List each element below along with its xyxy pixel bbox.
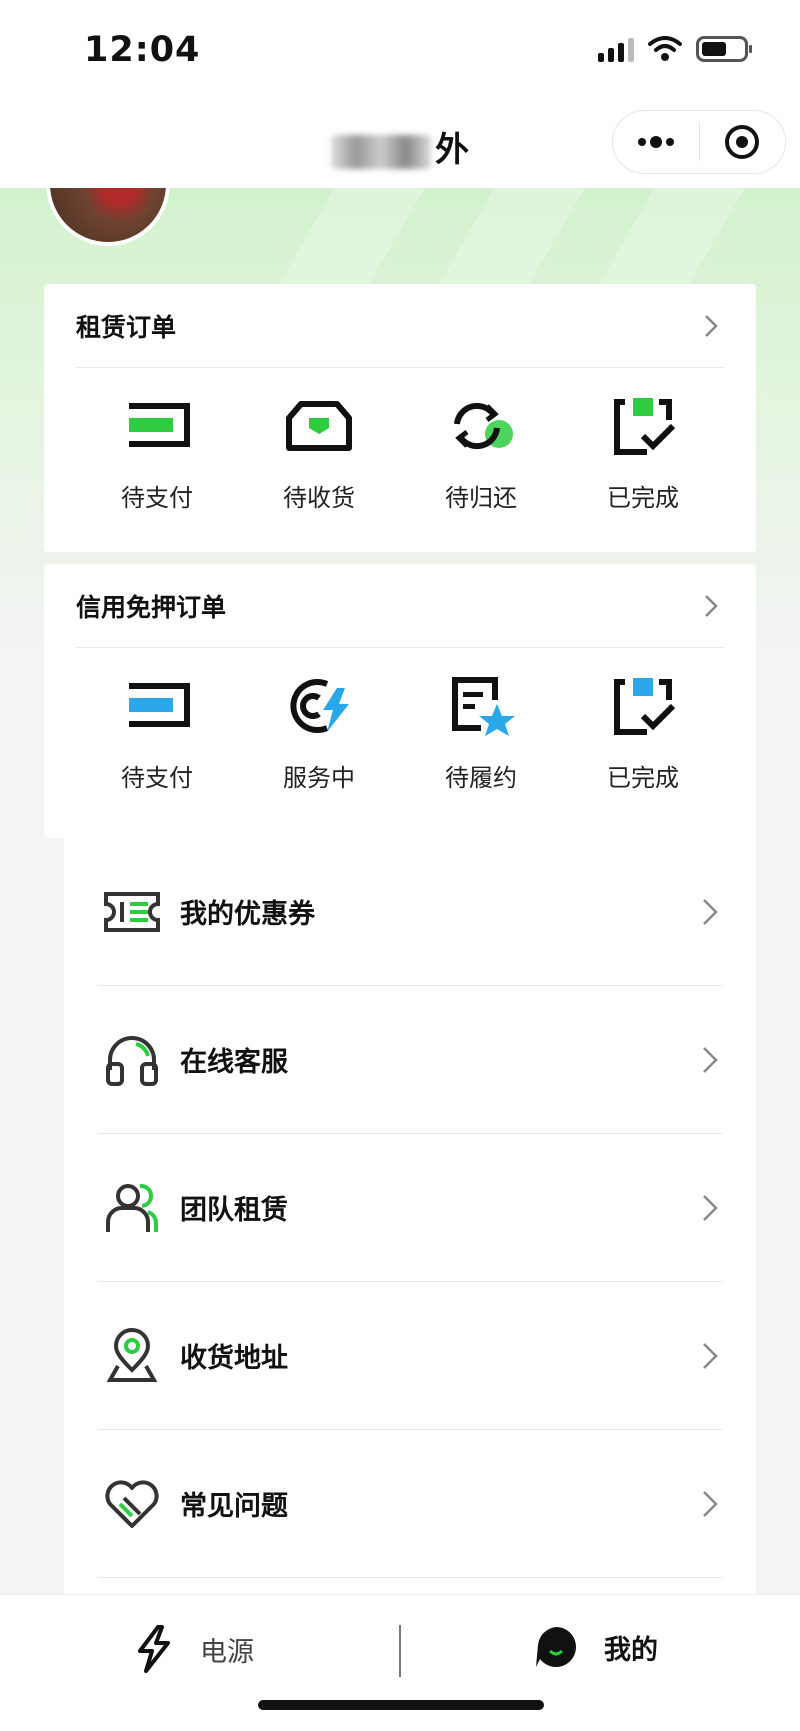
chevron-right-icon: [703, 1194, 718, 1221]
status-bar: 12:04: [0, 0, 800, 100]
close-miniprogram-button[interactable]: [700, 111, 786, 173]
tab-mine[interactable]: 我的: [534, 1625, 684, 1669]
credit-completed[interactable]: 已完成: [562, 674, 724, 793]
rental-pending-receipt[interactable]: 待收货: [238, 394, 400, 513]
credit-orders-title: 信用免押订单: [76, 592, 227, 622]
done-icon: [614, 678, 676, 735]
tab-power[interactable]: 电源: [134, 1625, 254, 1673]
heart-question-icon: [105, 1479, 159, 1528]
page-title-suffix: 外: [435, 130, 469, 170]
rental-status-row: 待支付 待收货 待归还 已完成: [76, 394, 724, 513]
status-time: 12:04: [84, 30, 201, 70]
box-icon: [286, 401, 352, 451]
rental-pending-return[interactable]: 待归还: [400, 394, 562, 513]
status-label: 已完成: [607, 764, 679, 792]
rental-orders-header[interactable]: 租赁订单: [76, 284, 724, 368]
menu-label: 我的优惠券: [180, 899, 315, 930]
battery-icon: [696, 36, 752, 62]
credit-status-row: 待支付 服务中 待履约 已完成: [76, 674, 724, 793]
tab-divider: [399, 1625, 401, 1677]
headset-icon: [106, 1035, 158, 1086]
more-button[interactable]: [613, 111, 699, 173]
chevron-right-icon: [703, 1342, 718, 1369]
rental-pending-payment[interactable]: 待支付: [76, 394, 238, 513]
wallet-icon: [129, 403, 190, 447]
rental-orders-title: 租赁订单: [76, 312, 177, 342]
menu-list: 我的优惠券 在线客服 团队租赁 收货地址 常见问题: [64, 838, 756, 1598]
status-label: 待支付: [121, 764, 193, 792]
contract-icon: [452, 677, 515, 736]
rental-completed[interactable]: 已完成: [562, 394, 724, 513]
status-label: 服务中: [283, 764, 355, 792]
bottom-tab-bar: 电源 我的: [0, 1594, 800, 1731]
menu-item-address[interactable]: 收货地址: [98, 1282, 722, 1430]
menu-item-coupons[interactable]: 我的优惠券: [98, 838, 722, 986]
coupon-icon: [104, 891, 160, 932]
wallet-icon: [129, 683, 190, 727]
more-dots-icon: [637, 136, 674, 148]
done-icon: [614, 398, 676, 455]
menu-item-faq[interactable]: 常见问题: [98, 1430, 722, 1578]
chevron-right-icon: [705, 594, 718, 617]
menu-label: 常见问题: [180, 1491, 288, 1522]
blurred-title-text: [331, 134, 431, 169]
wifi-icon: [648, 36, 682, 61]
team-icon: [106, 1183, 158, 1232]
chevron-right-icon: [705, 314, 718, 337]
signal-icon: [598, 36, 634, 62]
menu-label: 团队租赁: [180, 1195, 288, 1226]
credit-pending-payment[interactable]: 待支付: [76, 674, 238, 793]
profile-icon: [536, 1627, 576, 1667]
target-icon: [725, 125, 760, 159]
tab-label: 电源: [200, 1636, 254, 1668]
status-label: 待履约: [445, 764, 517, 792]
credit-orders-header[interactable]: 信用免押订单: [76, 564, 724, 648]
service-icon: [290, 679, 349, 733]
status-icons: [598, 36, 752, 62]
status-label: 已完成: [607, 484, 679, 512]
tab-label: 我的: [594, 1628, 684, 1667]
credit-orders-card: 信用免押订单 待支付 服务中 待履约 已完成: [44, 564, 756, 838]
menu-item-support[interactable]: 在线客服: [98, 986, 722, 1134]
rental-orders-card: 租赁订单 待支付 待收货 待归还 已完成: [44, 284, 756, 552]
menu-label: 在线客服: [180, 1047, 288, 1078]
menu-item-team-rental[interactable]: 团队租赁: [98, 1134, 722, 1282]
chevron-right-icon: [703, 1046, 718, 1073]
mini-program-capsule: [612, 110, 786, 174]
nav-bar-overlay: 外: [0, 100, 800, 188]
return-icon: [454, 402, 513, 450]
home-indicator: [258, 1700, 544, 1710]
chevron-right-icon: [703, 898, 718, 925]
location-icon: [106, 1327, 158, 1382]
chevron-right-icon: [703, 1490, 718, 1517]
status-label: 待支付: [121, 484, 193, 512]
status-label: 待收货: [283, 484, 355, 512]
credit-in-service[interactable]: 服务中: [238, 674, 400, 793]
credit-pending-fulfillment[interactable]: 待履约: [400, 674, 562, 793]
menu-label: 收货地址: [180, 1343, 288, 1374]
lightning-icon: [138, 1625, 170, 1673]
status-label: 待归还: [445, 484, 517, 512]
